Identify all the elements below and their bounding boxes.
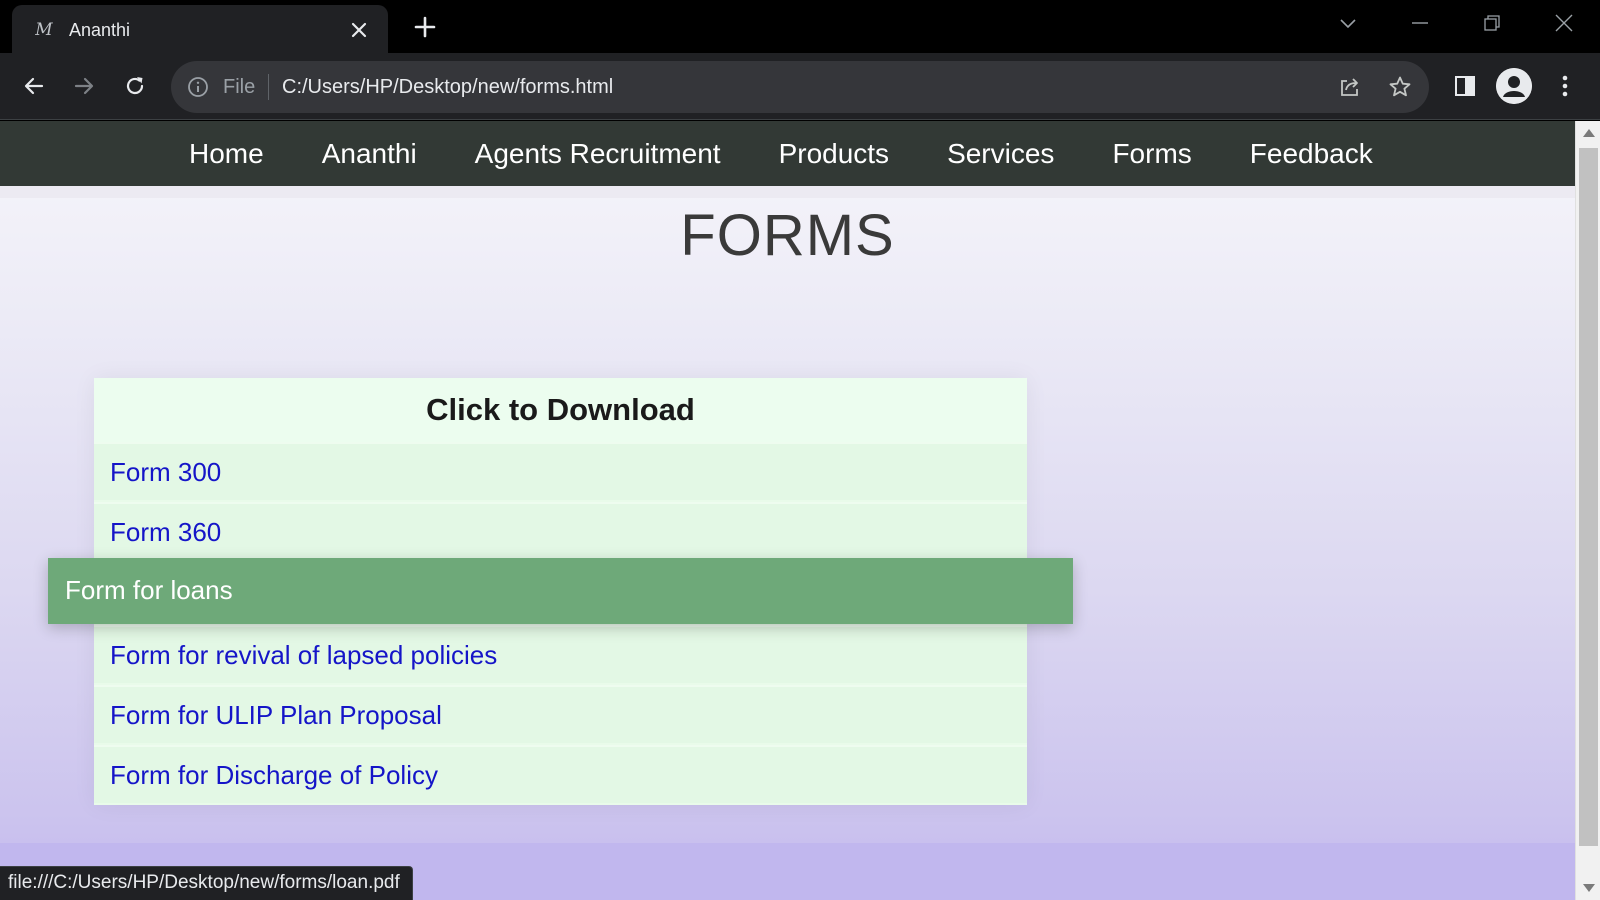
reload-icon[interactable]	[116, 67, 154, 105]
site-info-icon[interactable]	[187, 76, 209, 98]
page-viewport: Home Ananthi Agents Recruitment Products…	[0, 121, 1575, 900]
close-window-icon[interactable]	[1544, 6, 1584, 40]
nav-ananthi[interactable]: Ananthi	[293, 137, 446, 171]
new-tab-plus-icon[interactable]	[410, 12, 440, 42]
back-arrow-icon[interactable]	[15, 67, 53, 105]
share-icon[interactable]	[1337, 74, 1363, 100]
minimize-icon[interactable]	[1400, 6, 1440, 40]
tab-strip: M Ananthi	[0, 0, 1600, 53]
kebab-menu-icon[interactable]	[1546, 67, 1584, 105]
form-link-ulip[interactable]: Form for ULIP Plan Proposal	[110, 699, 442, 731]
nav-forms[interactable]: Forms	[1083, 137, 1220, 171]
security-label: File	[223, 76, 256, 98]
form-link-revival[interactable]: Form for revival of lapsed policies	[110, 639, 497, 671]
form-row-revival[interactable]: Form for revival of lapsed policies	[94, 625, 1027, 683]
site-navbar: Home Ananthi Agents Recruitment Products…	[0, 121, 1575, 186]
form-row-loans-hovered[interactable]: Form for loans	[48, 558, 1073, 624]
form-row-360[interactable]: Form 360	[94, 502, 1027, 560]
forward-arrow-icon[interactable]	[65, 67, 103, 105]
nav-divider-strip	[0, 186, 1575, 198]
nav-feedback[interactable]: Feedback	[1221, 137, 1402, 171]
bookmark-star-icon[interactable]	[1387, 74, 1413, 100]
restore-icon[interactable]	[1472, 6, 1512, 40]
form-link-360[interactable]: Form 360	[110, 516, 221, 548]
nav-agents-recruitment[interactable]: Agents Recruitment	[446, 137, 750, 171]
download-forms-panel: Click to Download Form 300 Form 360 Form…	[48, 378, 1073, 805]
scroll-thumb[interactable]	[1579, 148, 1598, 846]
form-link-300[interactable]: Form 300	[110, 456, 221, 488]
form-row-ulip[interactable]: Form for ULIP Plan Proposal	[94, 685, 1027, 743]
page-title: FORMS	[680, 203, 895, 268]
tab-favicon-icon: M	[35, 20, 53, 40]
form-row-discharge[interactable]: Form for Discharge of Policy	[94, 745, 1027, 803]
link-status-bubble: file:///C:/Users/HP/Desktop/new/forms/lo…	[0, 866, 413, 900]
tab-title: Ananthi	[69, 20, 131, 40]
profile-avatar-icon[interactable]	[1496, 68, 1532, 104]
nav-products[interactable]: Products	[750, 137, 919, 171]
download-heading: Click to Download	[94, 378, 1027, 442]
form-link-loans[interactable]: Form for loans	[65, 574, 233, 606]
url-text[interactable]: C:/Users/HP/Desktop/new/forms.html	[282, 75, 613, 99]
scroll-down-arrow-icon[interactable]	[1583, 884, 1595, 892]
browser-tab[interactable]: M Ananthi	[12, 5, 388, 53]
address-bar[interactable]: File C:/Users/HP/Desktop/new/forms.html	[171, 61, 1429, 113]
tab-search-chevron-icon[interactable]	[1328, 6, 1368, 40]
scroll-up-arrow-icon[interactable]	[1583, 129, 1595, 137]
browser-toolbar: File C:/Users/HP/Desktop/new/forms.html	[0, 53, 1600, 120]
nav-services[interactable]: Services	[918, 137, 1083, 171]
omnibox-divider	[268, 74, 269, 100]
side-panel-icon[interactable]	[1446, 67, 1484, 105]
form-row-300[interactable]: Form 300	[94, 442, 1027, 500]
nav-home[interactable]: Home	[160, 137, 293, 171]
page-scrollbar[interactable]	[1575, 121, 1600, 900]
close-tab-icon[interactable]	[346, 17, 372, 43]
form-link-discharge[interactable]: Form for Discharge of Policy	[110, 759, 438, 791]
